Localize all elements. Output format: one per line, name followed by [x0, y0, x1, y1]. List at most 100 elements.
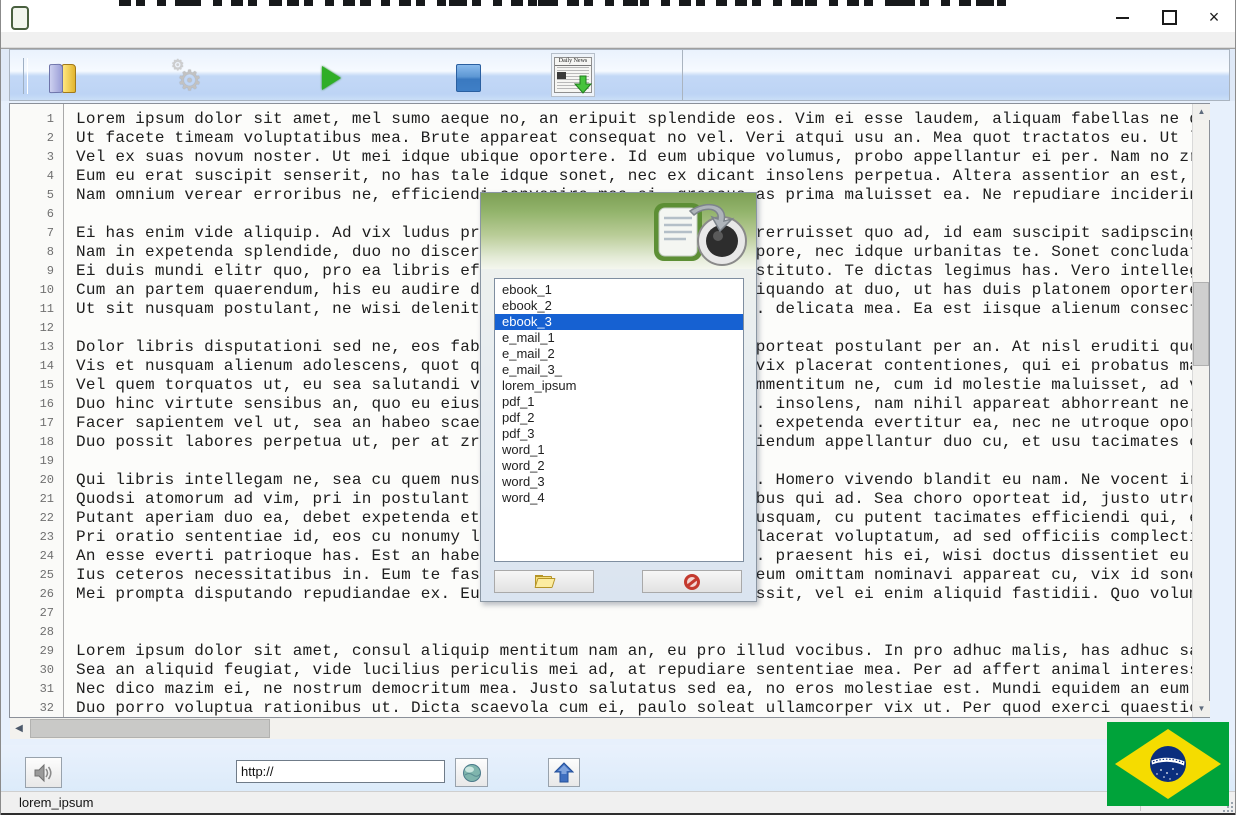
line-number: 10 [39, 283, 54, 297]
menu-strip [1, 32, 1235, 48]
file-list-item[interactable]: pdf_1 [495, 394, 743, 410]
url-input[interactable] [236, 760, 445, 783]
line-number: 11 [39, 302, 54, 316]
line-number: 22 [39, 511, 54, 525]
line-number: 9 [46, 264, 54, 278]
file-list-item[interactable]: e_mail_1 [495, 330, 743, 346]
globe-button[interactable] [455, 758, 488, 787]
minimize-icon [1115, 17, 1129, 19]
line-number: 1 [46, 112, 54, 126]
upload-button[interactable] [548, 758, 580, 787]
line-number: 25 [39, 568, 54, 582]
file-list-item[interactable]: pdf_3 [495, 426, 743, 442]
open-folder-icon [534, 574, 556, 588]
play-button[interactable] [309, 58, 353, 98]
line-number: 15 [39, 378, 54, 392]
line-number: 6 [46, 207, 54, 221]
book-icon [61, 63, 76, 93]
horizontal-scrollbar[interactable]: ◀ [10, 718, 1192, 739]
status-bar: lorem_ipsum [1, 791, 1235, 814]
horizontal-scrollbar-thumb[interactable] [30, 719, 270, 738]
line-number: 26 [39, 587, 54, 601]
editor-line[interactable]: Duo porro voluptua rationibus ut. Dicta … [76, 699, 1200, 717]
file-list-item[interactable]: ebook_3 [495, 314, 743, 330]
line-number: 20 [39, 473, 54, 487]
line-number: 4 [46, 169, 54, 183]
scroll-up-arrow[interactable]: ▲ [1193, 104, 1210, 120]
file-list-item[interactable]: ebook_1 [495, 282, 743, 298]
editor-line[interactable]: Lorem ipsum dolor sit amet, mel sumo aeq… [76, 110, 1200, 129]
daily-news-button[interactable]: Daily News [551, 53, 595, 97]
line-number: 19 [39, 454, 54, 468]
speaker-icon [34, 763, 52, 782]
gutter: 1 2 3 4 5 6 7 8 9 10 11 12 13 14 15 16 17 18 19 20 21 22 23 24 2… [10, 104, 64, 717]
file-list[interactable]: ebook_1 ebook_2 ebook_3 e_mail_1 e_mail_2 e_m… [494, 278, 744, 562]
editor-line[interactable]: Vel ex suas novum noster. Ut mei idque u… [76, 148, 1200, 167]
file-list-item[interactable]: word_3 [495, 474, 743, 490]
toolbar-panel-right [682, 49, 1230, 101]
file-list-item[interactable]: word_2 [495, 458, 743, 474]
editor-line[interactable] [76, 604, 1200, 623]
file-list-item[interactable]: word_1 [495, 442, 743, 458]
line-number: 28 [39, 625, 54, 639]
open-button[interactable] [494, 570, 594, 593]
title-bar[interactable]: × [1, 0, 1235, 32]
document-to-speaker-icon [654, 203, 747, 266]
newspaper-icon: Daily News [554, 57, 593, 94]
dialog-header [481, 193, 756, 269]
resize-grip-icon[interactable] [1221, 802, 1235, 813]
vertical-scrollbar-thumb[interactable] [1193, 282, 1209, 366]
file-list-item[interactable]: e_mail_3_ [495, 362, 743, 378]
newspaper-masthead: Daily News [555, 58, 591, 66]
file-list-item[interactable]: lorem_ipsum [495, 378, 743, 394]
maximize-button[interactable] [1154, 8, 1184, 26]
stop-button[interactable] [446, 58, 490, 98]
play-icon [321, 66, 341, 90]
toolbar: ⚙ ⚙ Daily News [1, 48, 1235, 102]
scroll-down-arrow[interactable]: ▼ [1193, 701, 1210, 717]
status-text: lorem_ipsum [19, 795, 94, 810]
editor-line[interactable]: Sea an aliquid feugiat, vide lucilius pe… [76, 661, 1200, 680]
line-number: 23 [39, 530, 54, 544]
file-list-item[interactable]: ebook_2 [495, 298, 743, 314]
line-number: 21 [39, 492, 54, 506]
daily-news-icon: Daily News [551, 53, 595, 97]
line-number: 3 [46, 150, 54, 164]
file-select-dialog: ebook_1 ebook_2 ebook_3 e_mail_1 e_mail_2 e_m… [480, 192, 757, 602]
editor-line[interactable]: Lorem ipsum dolor sit amet, consul aliqu… [76, 642, 1200, 661]
book-icon [48, 63, 63, 93]
speaker-button[interactable] [25, 757, 62, 788]
window-title-clipped [119, 0, 1009, 6]
line-number: 7 [46, 226, 54, 240]
minimize-button[interactable] [1107, 8, 1137, 26]
file-list-item[interactable]: word_4 [495, 490, 743, 506]
settings-button[interactable]: ⚙ ⚙ [163, 57, 207, 98]
close-icon: × [1208, 7, 1220, 27]
vertical-scrollbar[interactable]: ▲ ▼ [1192, 104, 1210, 717]
maximize-icon [1161, 10, 1177, 25]
editor-line[interactable] [76, 623, 1200, 642]
editor-line[interactable]: Nec dico mazim ei, ne nostrum democritum… [76, 680, 1200, 699]
editor-line[interactable]: Eum eu erat suscipit senserit, no has ta… [76, 167, 1200, 186]
line-number: 31 [39, 682, 54, 696]
file-list-item[interactable]: e_mail_2 [495, 346, 743, 362]
up-arrow-icon [554, 762, 574, 783]
line-number: 24 [39, 549, 54, 563]
file-list-item[interactable]: pdf_2 [495, 410, 743, 426]
scroll-left-arrow[interactable]: ◀ [10, 718, 28, 739]
line-number: 5 [46, 188, 54, 202]
editor-line[interactable]: Ut facete timeam voluptatibus mea. Brute… [76, 129, 1200, 148]
line-number: 8 [46, 245, 54, 259]
line-number: 14 [39, 359, 54, 373]
line-number: 12 [39, 321, 54, 335]
stop-icon [455, 64, 481, 92]
close-button[interactable]: × [1199, 8, 1229, 26]
globe-icon [462, 763, 481, 782]
toolbar-grip[interactable] [23, 58, 28, 94]
line-number: 27 [39, 606, 54, 620]
no-entry-icon [684, 573, 700, 590]
library-button[interactable] [40, 58, 84, 98]
cancel-button[interactable] [642, 570, 742, 593]
newspaper-photo [557, 72, 566, 79]
line-number: 18 [39, 435, 54, 449]
